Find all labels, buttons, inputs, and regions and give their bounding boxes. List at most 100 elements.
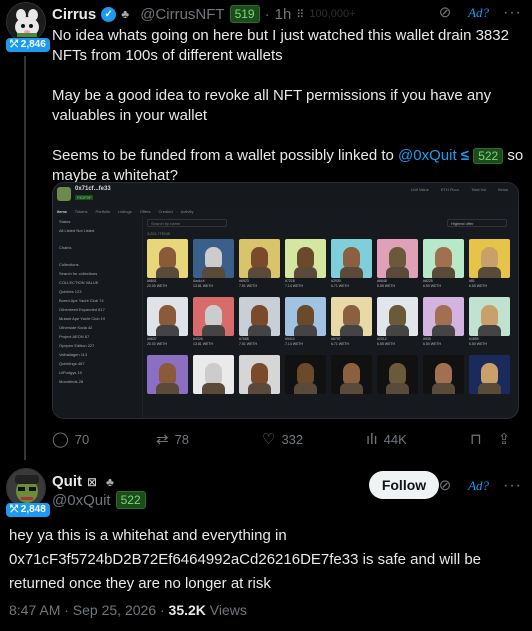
nft-card	[285, 355, 326, 409]
side-row: COLLECTION VALUE	[59, 280, 99, 285]
nft-card: #2930 6.71 WETH	[331, 239, 372, 293]
share-icon[interactable]: ⇪	[498, 430, 511, 448]
timestamp[interactable]: 8:47 AM · Sep 25, 2026 ·	[9, 602, 169, 618]
author-handle[interactable]: @CirrusNFT	[140, 6, 224, 23]
collection-sub: FE2F0F	[75, 195, 94, 200]
nft-card: #2012 6.55 WETH	[377, 297, 418, 351]
nft-image	[469, 297, 510, 336]
side-row: Moonbirds 28	[59, 379, 84, 384]
nft-body-shape	[248, 267, 271, 278]
nft-body-shape	[340, 325, 363, 336]
nft-image	[239, 239, 280, 278]
retweet-icon: ⇄	[156, 431, 169, 448]
nft-body-shape	[294, 383, 317, 394]
nft-image	[423, 355, 464, 394]
media-tab: Tokens	[74, 209, 88, 214]
nft-body-shape	[340, 267, 363, 278]
bookmark-icon[interactable]: ⊓	[470, 430, 482, 448]
views-action[interactable]: ılı 44K	[366, 431, 470, 448]
nft-caption: #7668 7.51 WETH	[239, 337, 258, 346]
tweet-media-image[interactable]: 0x71cf...fe33 FE2F0F Unit Value ETH Floo…	[52, 182, 519, 419]
nft-card	[193, 355, 234, 409]
collection-title: 0x71cf...fe33	[75, 186, 111, 192]
reply-follower-badge: ⤱ 2,848	[6, 503, 50, 517]
media-sort: Highest offer	[447, 219, 507, 227]
nft-head-shape	[205, 363, 222, 385]
separator-dot: ·	[264, 5, 270, 23]
nft-head-shape	[297, 305, 314, 327]
nft-caption: #1859 6.50 WETH	[469, 337, 488, 346]
stat-label: Total Vol	[471, 187, 487, 192]
nft-caption: #81 6.50 WETH	[469, 279, 488, 288]
grok-icon[interactable]: ⊘	[436, 477, 454, 495]
nft-card: #9410 7.14 WETH	[285, 297, 326, 351]
side-row: Bored Ape Yacht Club 74	[59, 298, 104, 303]
nft-card	[469, 355, 510, 409]
nft-body-shape	[248, 325, 271, 336]
reply-handle[interactable]: @0xQuit	[52, 492, 111, 509]
affiliation-icon: ♣	[106, 474, 114, 489]
nft-image	[239, 297, 280, 336]
reply-icon: ◯	[52, 431, 69, 448]
nft-head-shape	[205, 247, 222, 269]
reply-author-name[interactable]: Quit	[52, 473, 82, 490]
like-action[interactable]: ♡ 332	[262, 430, 366, 448]
media-sidebar: Status All Listed Not Listed Chains Coll…	[53, 217, 143, 418]
nft-body-shape	[248, 383, 271, 394]
nft-head-shape	[389, 305, 406, 327]
side-row: Quirkies 123	[59, 289, 82, 294]
tweet-paragraph-1: No idea whats going on here but I just w…	[52, 27, 509, 64]
side-row: Collections	[59, 262, 79, 267]
follow-button[interactable]: Follow	[369, 471, 439, 499]
side-row: Chains	[59, 245, 72, 250]
nft-head-shape	[251, 247, 268, 269]
verified-icon: ✓	[101, 6, 117, 22]
nft-head-shape	[343, 247, 360, 269]
nft-head-shape	[343, 305, 360, 327]
mention-link[interactable]: @0xQuit	[398, 147, 457, 164]
nft-body-shape	[386, 325, 409, 336]
author-name[interactable]: Cirrus	[52, 6, 96, 23]
media-tab: Items	[57, 209, 67, 214]
mention-badge: 522	[473, 148, 504, 164]
nft-caption: #9410 7.14 WETH	[285, 337, 304, 346]
nft-caption: #7218 7.14 WETH	[285, 279, 304, 288]
nft-card	[239, 355, 280, 409]
handle-badge: 519	[229, 5, 260, 23]
tweet-paragraph-2: May be a good idea to revoke all NFT per…	[52, 87, 492, 124]
nft-card: #935 6.50 WETH	[423, 297, 464, 351]
nft-image	[239, 355, 280, 394]
avatar[interactable]	[6, 2, 46, 42]
nft-image	[377, 297, 418, 336]
stat-label: Unit Value	[410, 187, 429, 192]
nft-card: #7218 7.14 WETH	[285, 239, 326, 293]
tweet-time[interactable]: 1h	[275, 6, 292, 23]
follower-badge-icon: ⤱	[10, 39, 21, 50]
more-options-icon[interactable]: ···	[503, 477, 522, 495]
like-count: 332	[281, 431, 304, 447]
nft-card: #6707 6.71 WETH	[331, 297, 372, 351]
nft-body-shape	[432, 383, 455, 394]
nft-head-shape	[435, 363, 452, 385]
nft-image	[331, 297, 372, 336]
follower-badge-count: 2,848	[20, 504, 46, 515]
side-row: Valhallagen 113	[59, 352, 88, 357]
reply-action[interactable]: ◯ 70	[52, 430, 156, 448]
ad-label[interactable]: Ad?	[468, 478, 489, 494]
nft-card: #6923 7.51 WETH	[239, 239, 280, 293]
tweet-top-actions: ⊘ Ad? ···	[436, 4, 522, 22]
retweet-action[interactable]: ⇄ 78	[156, 430, 262, 448]
more-options-icon[interactable]: ···	[503, 4, 522, 22]
nft-head-shape	[481, 305, 498, 327]
grok-icon[interactable]: ⊘	[436, 4, 454, 22]
media-tab: Offers	[139, 209, 151, 214]
nft-card	[331, 355, 372, 409]
nft-image	[193, 297, 234, 336]
ad-label[interactable]: Ad?	[468, 5, 489, 21]
nft-body-shape	[478, 325, 501, 336]
views-label: Views	[205, 602, 247, 618]
nft-head-shape	[297, 247, 314, 269]
nft-body-shape	[294, 267, 317, 278]
reply-avatar[interactable]	[6, 468, 46, 508]
nft-caption: #6637 20.00 WETH	[147, 337, 168, 346]
